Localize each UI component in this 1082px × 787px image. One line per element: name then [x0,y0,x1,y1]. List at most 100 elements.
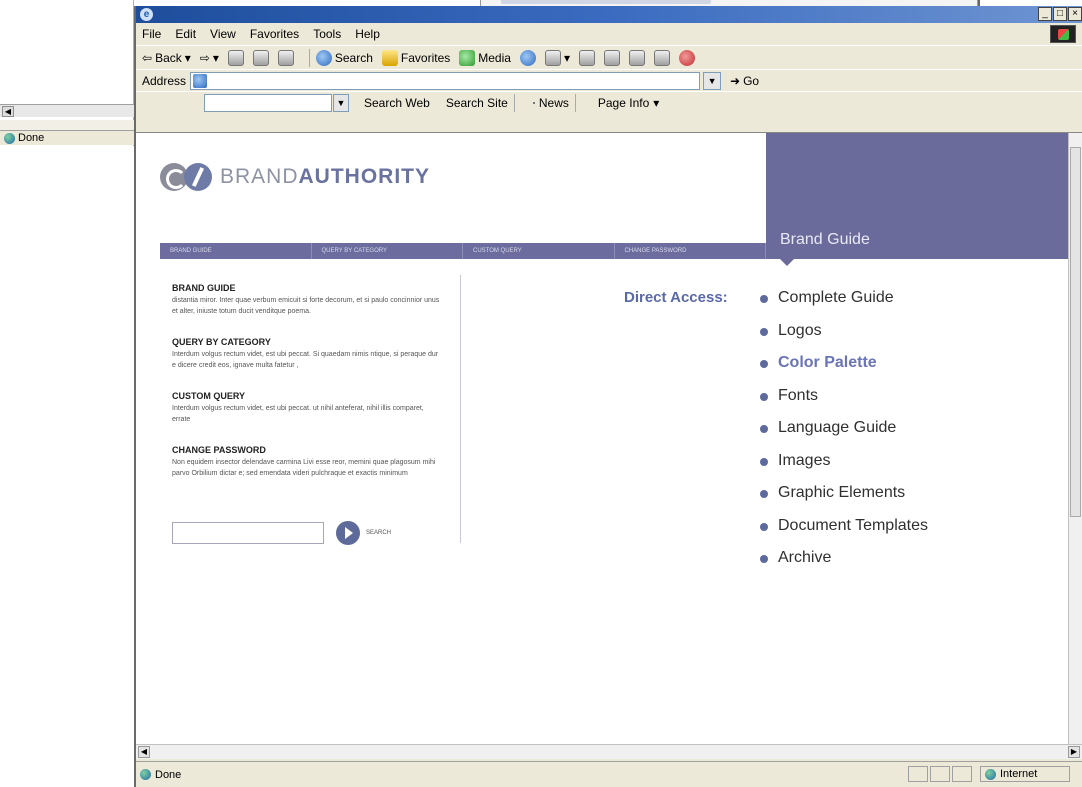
toolbar-search-input[interactable]: ▼ [204,93,349,112]
forward-button[interactable]: ⇨ ▾ [200,51,219,65]
window-controls: _ □ × [1038,7,1082,21]
menu-edit[interactable]: Edit [175,27,196,41]
back-button[interactable]: ⇦ Back ▾ [142,51,191,65]
minimize-button[interactable]: _ [1038,7,1052,21]
brand-logo[interactable]: BRANDAUTHORITY [160,163,430,191]
zone-label: Internet [1000,768,1038,780]
search-button[interactable]: Search [315,49,373,66]
nav-custom-query[interactable]: CUSTOM QUERY [463,243,615,259]
search-web-button[interactable]: Search Web [360,96,430,110]
chevron-down-icon: ▾ [212,50,219,65]
news-icon [532,101,535,104]
close-button[interactable]: × [1068,7,1082,21]
address-dropdown-icon[interactable]: ▼ [703,71,722,90]
link-logos[interactable]: Logos [760,322,928,355]
section-title[interactable]: CHANGE PASSWORD [172,445,442,455]
media-button[interactable]: Media [459,49,511,66]
link-graphic-elements[interactable]: Graphic Elements [760,484,928,517]
maximize-button[interactable]: □ [1053,7,1067,21]
news-button[interactable]: News [532,95,569,110]
blurred-text [501,0,711,4]
media-icon [459,49,476,66]
home-button[interactable] [277,49,294,66]
edit-button[interactable] [603,49,620,66]
search-label: Search [334,50,373,65]
status-panes [908,766,972,782]
go-label: Go [743,73,760,88]
home-icon [277,49,294,66]
stop-button[interactable] [227,49,244,66]
title-bar: e _ □ × [136,6,1082,23]
research-button[interactable] [653,49,670,66]
page-search-input[interactable] [172,522,324,544]
history-icon [519,49,536,66]
bullet-icon [760,360,768,368]
search-label[interactable]: SEARCH [366,530,391,536]
menu-tools[interactable]: Tools [313,27,341,41]
windows-logo-icon [1050,25,1076,43]
discuss-icon [628,49,645,66]
bullet-icon [760,295,768,303]
link-archive[interactable]: Archive [760,549,928,582]
chevron-down-icon: ▾ [184,50,191,65]
section-body: distantia miror. Inter quae verbum emicu… [172,297,440,315]
section-title[interactable]: BRAND GUIDE [172,283,442,293]
direct-access-heading: Direct Access: [624,289,728,306]
scroll-right-arrow-icon[interactable]: ▶ [1068,746,1080,758]
page-icon [140,769,151,780]
background-status-bar: Done [0,130,134,145]
favorites-label: Favorites [400,50,451,65]
discuss-button[interactable] [628,49,645,66]
mail-button[interactable]: ▾ [544,49,570,66]
section-body: Interdum volgus rectum videt, est ubi pe… [172,405,424,423]
menu-favorites[interactable]: Favorites [250,27,299,41]
vertical-scrollbar[interactable] [1068,133,1082,759]
page-info-button[interactable]: Page Info ▾ [594,96,659,110]
link-document-templates[interactable]: Document Templates [760,517,928,550]
messenger-button[interactable] [678,49,695,66]
news-label: News [538,95,569,110]
background-window-frame [0,120,134,130]
horizontal-scrollbar[interactable]: ◀ ▶ [136,744,1082,759]
favorites-button[interactable]: Favorites [381,49,451,66]
go-arrow-icon: ➜ [730,73,741,88]
status-text: Done [155,768,182,781]
back-label: Back [155,50,182,65]
link-color-palette[interactable]: Color Palette [760,354,928,387]
back-arrow-icon: ⇦ [142,50,153,65]
scroll-left-arrow-icon[interactable]: ◀ [138,746,150,758]
scroll-thumb[interactable] [1070,147,1081,517]
search-go-button[interactable] [336,521,360,545]
address-input[interactable]: ▼ [190,71,722,90]
bullet-icon [760,555,768,563]
nav-query-by-category[interactable]: QUERY BY CATEGORY [312,243,463,259]
scroll-left-arrow-icon[interactable]: ◀ [2,106,14,117]
panel-title: Brand Guide [780,231,870,248]
menu-help[interactable]: Help [355,27,380,41]
go-button[interactable]: ➜ Go [730,74,759,88]
link-complete-guide[interactable]: Complete Guide [760,289,928,322]
menu-view[interactable]: View [210,27,236,41]
bullet-icon [760,490,768,498]
menu-file[interactable]: File [142,27,161,41]
link-language-guide[interactable]: Language Guide [760,419,928,452]
section-title[interactable]: CUSTOM QUERY [172,391,442,401]
logo-wordmark: BRANDAUTHORITY [220,165,431,188]
refresh-button[interactable] [252,49,269,66]
print-button[interactable] [578,49,595,66]
link-fonts[interactable]: Fonts [760,387,928,420]
edit-icon [603,49,620,66]
search-site-button[interactable]: Search Site [442,96,508,110]
section-title[interactable]: QUERY BY CATEGORY [172,337,442,347]
page-search: SEARCH [172,521,391,545]
link-images[interactable]: Images [760,452,928,485]
nav-brand-guide[interactable]: BRAND GUIDE [160,243,312,259]
history-button[interactable] [519,49,536,66]
nav-change-password[interactable]: CHANGE PASSWORD [615,243,766,259]
toolbar-separator [513,93,515,112]
page-icon [193,73,208,88]
chevron-down-icon[interactable]: ▼ [333,93,349,112]
background-scrollbar[interactable]: ◀ [0,104,134,117]
section-query-by-category: QUERY BY CATEGORY Interdum volgus rectum… [172,337,442,371]
security-zone: Internet [980,766,1070,782]
